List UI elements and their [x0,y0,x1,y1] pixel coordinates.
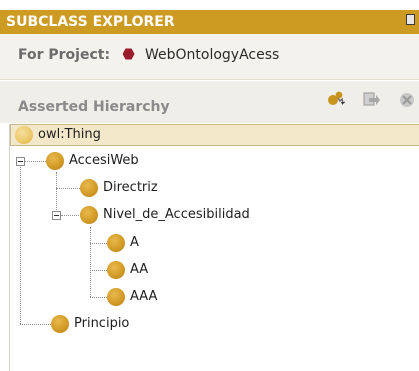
collapse-toggle-nivel[interactable] [52,211,61,220]
tree-connector-line [90,227,91,297]
tree-connector-line [90,270,107,271]
collapse-toggle-accesiweb[interactable] [16,157,25,166]
panel-title: SUBCLASS EXPLORER [6,14,175,30]
node-label: Nivel_de_Accesibilidad [103,207,250,222]
class-icon [107,261,125,279]
window-restore-icon[interactable] [406,14,415,25]
create-subclass-icon[interactable] [326,89,346,109]
node-label: AA [130,262,149,277]
tree-connector-line [90,297,107,298]
project-label: For Project: [18,47,111,63]
tree-connector-line [61,215,79,216]
node-label: Directriz [103,180,158,195]
class-icon [80,206,98,224]
subclass-explorer-panel: SUBCLASS EXPLORER For Project: WebOntolo… [0,0,419,371]
class-icon [107,234,125,252]
class-icon [46,152,64,170]
node-label: A [130,235,139,250]
node-label: AccesiWeb [69,153,139,168]
hierarchy-label: Asserted Hierarchy [18,99,170,115]
create-sibling-class-icon[interactable] [361,89,381,109]
node-label: Principio [74,316,130,331]
class-icon [15,126,33,144]
node-label: owl:Thing [38,127,101,142]
tree-connector-line [20,167,21,324]
class-icon [107,288,125,306]
project-hexagon-icon [122,48,135,60]
project-name: WebOntologyAcess [144,47,280,63]
hierarchy-header: Asserted Hierarchy [0,81,419,123]
node-label: AAA [130,289,158,304]
class-hierarchy-tree[interactable]: owl:Thing AccesiWeb Directriz Nivel_de_A… [9,124,419,371]
tree-connector-line [56,172,57,216]
tree-connector-line [90,243,107,244]
tree-connector-line [25,161,46,162]
class-icon [51,315,69,333]
delete-class-icon[interactable] [397,89,417,109]
tree-connector-line [56,188,80,189]
tree-connector-line [20,324,51,325]
class-icon [80,179,98,197]
panel-title-bar: SUBCLASS EXPLORER [0,10,419,34]
project-row: For Project: WebOntologyAcess [0,34,419,80]
